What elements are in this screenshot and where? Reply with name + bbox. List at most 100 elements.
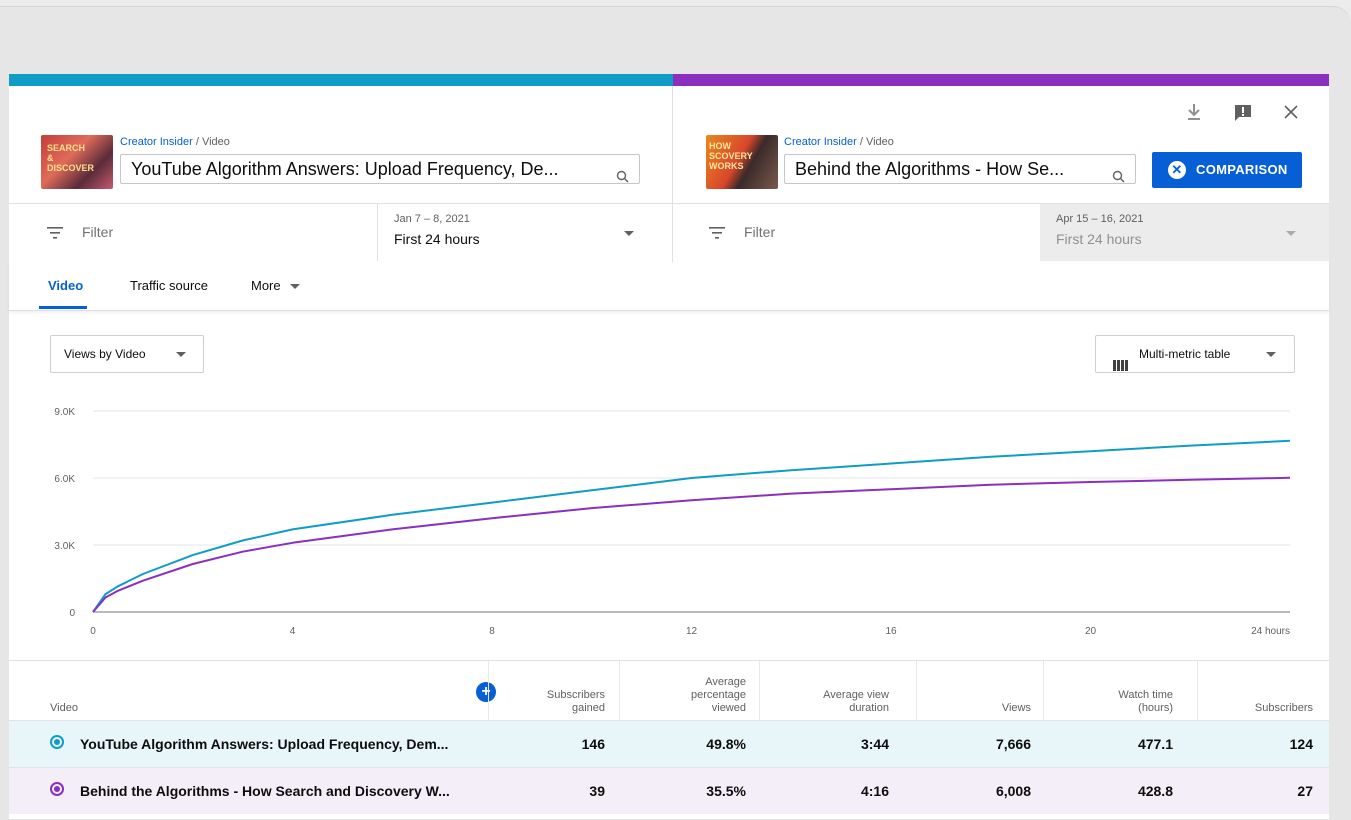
breadcrumb-right: Creator Insider / Video (784, 136, 894, 148)
tab-traffic-source[interactable]: Traffic source (130, 278, 208, 293)
x-tick-label: 8 (489, 626, 495, 637)
cell-avg-view-duration: 3:44 (860, 736, 889, 752)
cell-watch-time: 477.1 (1137, 736, 1173, 752)
breadcrumb-channel-link[interactable]: Creator Insider (784, 136, 857, 148)
tab-more[interactable]: More (251, 278, 300, 293)
search-icon[interactable] (1112, 163, 1125, 183)
video-title-right: Behind the Algorithms - How Se... (795, 159, 1065, 179)
date-range-text: Jan 7 – 8, 2021 (394, 213, 470, 225)
header-avg-view-duration[interactable]: Average view duration (823, 689, 889, 715)
cell-avg-percentage-viewed: 35.5% (706, 783, 746, 799)
date-range-text: Apr 15 – 16, 2021 (1056, 213, 1144, 225)
breadcrumb-channel-link[interactable]: Creator Insider (120, 136, 193, 148)
cell-views: 7,666 (995, 736, 1031, 752)
cell-subscribers: 27 (1297, 783, 1313, 799)
breadcrumb-separator: / (195, 136, 199, 148)
x-tick-label: 24 hours (1251, 626, 1290, 637)
add-metric-button[interactable]: + (476, 682, 496, 702)
video-thumbnail-right: HOW SCOVERY WORKS (706, 135, 778, 189)
row-video-title[interactable]: YouTube Algorithm Answers: Upload Freque… (80, 736, 480, 752)
chevron-down-icon (624, 231, 634, 236)
header-video[interactable]: Video (50, 702, 78, 715)
thumbnail-text-left: SEARCH & DISCOVER (47, 143, 95, 173)
x-tick-label: 16 (885, 626, 897, 637)
cell-avg-percentage-viewed: 49.8% (706, 736, 746, 752)
y-tick-label: 9.0K (54, 407, 75, 418)
header-watch-time[interactable]: Watch time (hours) (1118, 689, 1173, 715)
header-line: gained (571, 702, 605, 714)
x-tick-label: 0 (90, 626, 96, 637)
series-radio-button[interactable] (50, 782, 64, 796)
x-tick-label: 4 (290, 626, 296, 637)
header-subscribers[interactable]: Subscribers (1255, 702, 1313, 715)
header-line: Watch time (1118, 689, 1173, 701)
tab-video[interactable]: Video (48, 278, 83, 293)
series-radio-button[interactable] (50, 735, 64, 749)
y-tick-label: 6.0K (54, 474, 75, 485)
filter-icon (709, 226, 725, 244)
breadcrumb-page: Video (201, 136, 230, 148)
cell-subscribers-gained: 39 (589, 783, 605, 799)
header-line: (hours) (1138, 702, 1173, 714)
filter-placeholder: Filter (82, 224, 114, 240)
views-line-chart: 0 3.0K 6.0K 9.0K 0 4 8 12 16 20 24 hours (54, 407, 1291, 637)
tab-bar: Video Traffic source More (9, 262, 1329, 311)
cell-subscribers: 124 (1289, 736, 1313, 752)
video-thumbnail-left: SEARCH & DISCOVER (41, 135, 113, 189)
close-icon[interactable] (1280, 103, 1302, 125)
breadcrumb-separator: / (859, 136, 863, 148)
series-b-color-bar (673, 74, 1329, 86)
download-icon[interactable] (1183, 103, 1205, 125)
date-range-right[interactable]: Apr 15 – 16, 2021 First 24 hours (1040, 204, 1329, 261)
header-views[interactable]: Views (1002, 702, 1031, 715)
column-divider (488, 661, 489, 721)
y-tick-label: 0 (69, 608, 75, 619)
column-divider (759, 661, 760, 721)
breadcrumb-left: Creator Insider / Video (120, 136, 230, 148)
header-line: percentage (690, 689, 746, 701)
header-line: Average (705, 676, 746, 688)
header-subscribers-gained[interactable]: Subscribers gained (547, 689, 605, 715)
cell-subscribers-gained: 146 (581, 736, 605, 752)
filter-placeholder: Filter (744, 224, 776, 240)
column-divider (619, 661, 620, 721)
column-divider (916, 661, 917, 721)
x-tick-label: 20 (1085, 626, 1097, 637)
cell-watch-time: 428.8 (1137, 783, 1173, 799)
video-search-left[interactable]: YouTube Algorithm Answers: Upload Freque… (120, 154, 640, 184)
chevron-down-icon (1286, 231, 1296, 236)
filter-right[interactable]: Filter (673, 204, 1040, 261)
table-header: Video + Subscribers gained Average percent… (9, 660, 1329, 721)
breadcrumb-page: Video (865, 136, 894, 148)
row-video-title[interactable]: Behind the Algorithms - How Search and D… (80, 783, 480, 799)
table-row[interactable]: Behind the Algorithms - How Search and D… (9, 767, 1329, 814)
video-search-right[interactable]: Behind the Algorithms - How Se... (784, 154, 1136, 184)
filter-icon (47, 226, 63, 244)
filter-left[interactable]: Filter (9, 204, 377, 261)
column-divider (1043, 661, 1044, 721)
y-tick-label: 3.0K (54, 541, 75, 552)
table-row[interactable]: YouTube Algorithm Answers: Upload Freque… (9, 720, 1329, 767)
feedback-icon[interactable] (1232, 103, 1254, 125)
date-period-text: First 24 hours (394, 231, 480, 247)
search-icon[interactable] (616, 163, 629, 183)
close-comparison-icon: ✕ (1168, 161, 1186, 179)
thumbnail-text-right: HOW SCOVERY WORKS (709, 141, 753, 171)
series-line-1 (92, 439, 1291, 613)
comparison-button[interactable]: ✕ COMPARISON (1152, 152, 1302, 188)
tab-more-label: More (251, 278, 281, 293)
header-line: Average view (823, 689, 889, 701)
active-tab-indicator (39, 306, 87, 309)
column-divider (1197, 661, 1198, 721)
x-tick-label: 12 (686, 626, 698, 637)
header-avg-percentage-viewed[interactable]: Average percentage viewed (691, 676, 746, 715)
date-period-text: First 24 hours (1056, 231, 1142, 247)
header-line: Subscribers (546, 689, 605, 701)
series-a-color-bar (9, 74, 673, 86)
date-range-left[interactable]: Jan 7 – 8, 2021 First 24 hours (377, 204, 672, 261)
cell-avg-view-duration: 4:16 (860, 783, 889, 799)
chevron-down-icon (290, 284, 300, 289)
header-line: duration (849, 702, 889, 714)
video-title-left: YouTube Algorithm Answers: Upload Freque… (131, 159, 559, 179)
header-line: viewed (711, 702, 746, 714)
